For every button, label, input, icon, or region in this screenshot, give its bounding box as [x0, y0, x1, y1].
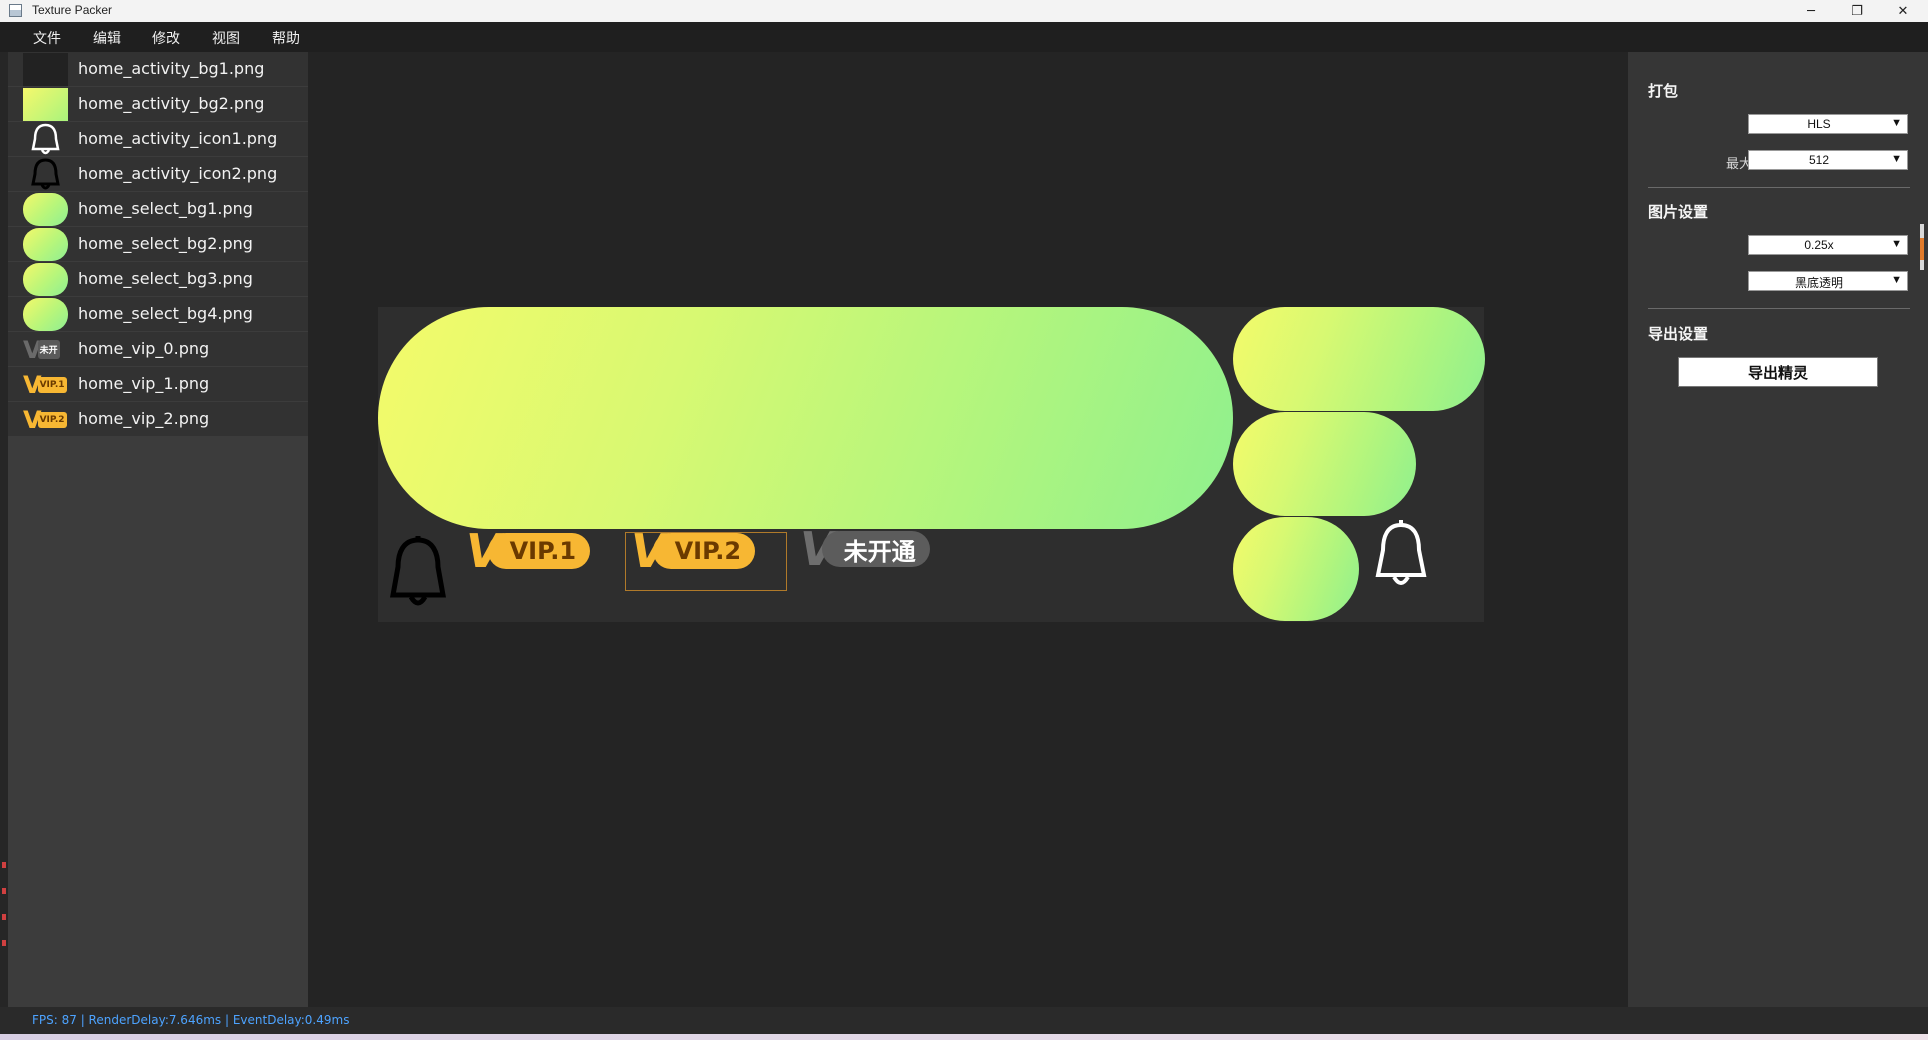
file-name: home_select_bg3.png [78, 269, 253, 288]
marker [2, 862, 6, 868]
sprite-select-bg[interactable] [1233, 307, 1485, 411]
menu-bar: 文件 编辑 修改 视图 帮助 [0, 22, 1928, 52]
section-image-title: 图片设置 [1648, 203, 1709, 221]
vip-tag: VIP.1 [37, 376, 67, 393]
file-row[interactable]: home_activity_bg2.png [8, 87, 308, 122]
marker [2, 914, 6, 920]
restore-button[interactable]: ❐ [1834, 0, 1880, 22]
alpha-value: 黑底透明 [1794, 276, 1843, 290]
file-row[interactable]: home_activity_icon2.png [8, 157, 308, 192]
vip-badge-thumbnail: V VIP.1 [23, 368, 68, 401]
atlas-preview[interactable]: V VIP.1 V VIP.2 V 未开通 [378, 307, 1485, 622]
bell-icon[interactable] [383, 535, 453, 614]
app-icon [9, 4, 22, 17]
close-button[interactable]: ✕ [1880, 0, 1926, 22]
scale-value: 0.25x [1804, 238, 1834, 252]
left-edge-strip [0, 52, 8, 1034]
file-name: home_select_bg2.png [78, 234, 253, 253]
marker [2, 888, 6, 894]
file-row[interactable]: home_activity_icon1.png [8, 122, 308, 157]
file-row[interactable]: home_select_bg1.png [8, 192, 308, 227]
thumbnail [23, 53, 68, 86]
thumbnail [23, 298, 68, 331]
minimize-button[interactable]: ─ [1788, 0, 1834, 22]
divider [1648, 187, 1910, 188]
file-name: home_activity_bg2.png [78, 94, 265, 113]
file-name: home_activity_icon1.png [78, 129, 278, 148]
vip-1-badge[interactable]: V VIP.1 [466, 528, 591, 574]
export-sprites-button[interactable]: 导出精灵 [1678, 357, 1878, 387]
scrollbar-thumb[interactable] [1920, 238, 1924, 260]
bell-icon [23, 123, 68, 156]
sprite-select-bg[interactable] [1233, 412, 1416, 516]
file-list-panel: home_activity_bg1.png home_activity_bg2.… [8, 52, 308, 1007]
menu-file[interactable]: 文件 [33, 28, 61, 48]
vip-label: VIP.1 [487, 533, 591, 569]
sprite-activity-bg[interactable] [378, 307, 1233, 529]
file-name: home_select_bg4.png [78, 304, 253, 323]
file-row[interactable]: V 未开 home_vip_0.png [8, 332, 308, 367]
scale-select[interactable]: 0.25x ▼ [1748, 235, 1908, 255]
alpha-select[interactable]: 黑底透明 ▼ [1748, 271, 1908, 291]
window-title: Texture Packer [32, 3, 113, 17]
file-name: home_vip_0.png [78, 339, 210, 358]
vip-0-badge[interactable]: V 未开通 [800, 526, 930, 572]
menu-edit[interactable]: 编辑 [93, 28, 121, 48]
thumbnail [23, 193, 68, 226]
section-export-title: 导出设置 [1648, 325, 1709, 343]
algorithm-value: HLS [1807, 117, 1831, 131]
vip-label: 未开通 [821, 531, 930, 567]
canvas-area[interactable]: V VIP.1 V VIP.2 V 未开通 [308, 52, 1628, 1007]
divider [1648, 308, 1910, 309]
file-row[interactable]: home_activity_bg1.png [8, 52, 308, 87]
file-row[interactable]: V VIP.2 home_vip_2.png [8, 402, 308, 437]
sprite-select-bg[interactable] [1233, 517, 1359, 621]
title-bar: Texture Packer ─ ❐ ✕ [0, 0, 1928, 22]
vip-badge-thumbnail: V 未开 [23, 333, 68, 366]
file-name: home_select_bg1.png [78, 199, 253, 218]
vip-label: VIP.2 [652, 533, 756, 569]
algorithm-select[interactable]: HLS ▼ [1748, 114, 1908, 134]
settings-panel: 打包 算法 HLS ▼ 最大尺寸 512 ▼ 图片设置 缩放 0.25x ▼ 透… [1628, 52, 1928, 1007]
file-name: home_activity_bg1.png [78, 59, 265, 78]
file-name: home_activity_icon2.png [78, 164, 278, 183]
bell-icon[interactable] [1366, 519, 1436, 598]
chevron-down-icon: ▼ [1891, 274, 1902, 286]
file-row[interactable]: V VIP.1 home_vip_1.png [8, 367, 308, 402]
status-text: FPS: 87 | RenderDelay:7.646ms | EventDel… [32, 1013, 350, 1027]
chevron-down-icon: ▼ [1891, 117, 1902, 129]
vip-tag: 未开 [37, 340, 60, 359]
file-row[interactable]: home_select_bg3.png [8, 262, 308, 297]
file-name: home_vip_2.png [78, 409, 210, 428]
vip-tag: VIP.2 [37, 411, 67, 428]
thumbnail [23, 263, 68, 296]
thumbnail [23, 228, 68, 261]
section-pack-title: 打包 [1648, 82, 1679, 100]
thumbnail [23, 88, 68, 121]
file-row[interactable]: home_select_bg2.png [8, 227, 308, 262]
menu-modify[interactable]: 修改 [152, 28, 180, 48]
marker [2, 940, 6, 946]
menu-help[interactable]: 帮助 [272, 28, 300, 48]
vip-badge-thumbnail: V VIP.2 [23, 403, 68, 436]
menu-view[interactable]: 视图 [212, 28, 240, 48]
status-bar: FPS: 87 | RenderDelay:7.646ms | EventDel… [0, 1007, 1928, 1034]
taskbar-edge [0, 1034, 1928, 1040]
bell-icon [23, 158, 68, 191]
chevron-down-icon: ▼ [1891, 238, 1902, 250]
max-size-value: 512 [1808, 153, 1830, 167]
chevron-down-icon: ▼ [1891, 153, 1902, 165]
file-name: home_vip_1.png [78, 374, 210, 393]
file-row[interactable]: home_select_bg4.png [8, 297, 308, 332]
max-size-select[interactable]: 512 ▼ [1748, 150, 1908, 170]
vip-2-badge[interactable]: V VIP.2 [631, 528, 756, 574]
